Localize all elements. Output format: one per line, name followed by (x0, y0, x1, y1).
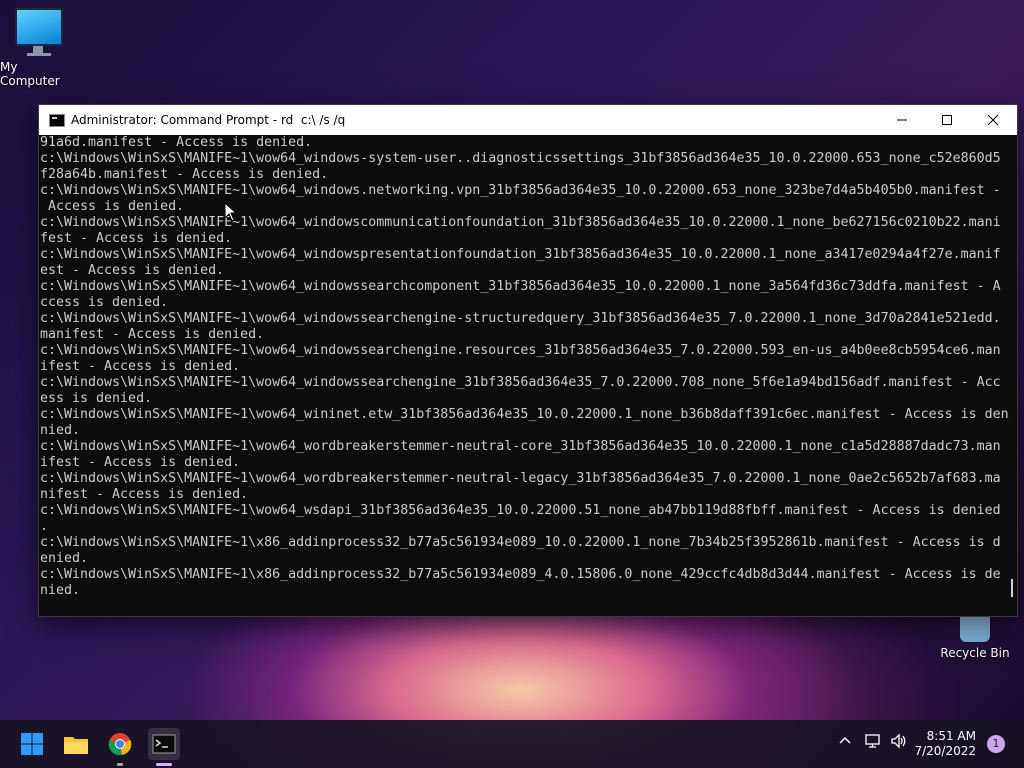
console-line: Access is denied. (40, 199, 185, 214)
desktop-icon-label: My Computer (0, 60, 60, 88)
clock-date: 7/20/2022 (914, 744, 976, 758)
console-line: c:\Windows\WinSxS\MANIFE~1\wow64_wininet… (40, 407, 1010, 422)
taskbar-file-explorer[interactable] (60, 728, 92, 760)
console-line: nied. (40, 423, 81, 438)
show-hidden-icons-button[interactable] (838, 733, 852, 751)
taskbar-chrome[interactable] (104, 728, 136, 766)
file-explorer-icon (64, 737, 88, 754)
console-line: c:\Windows\WinSxS\MANIFE~1\wow64_wordbre… (40, 471, 1001, 486)
console-line: f28a64b.manifest - Access is denied. (40, 167, 329, 182)
maximize-button[interactable] (924, 105, 970, 135)
console-line: c:\Windows\WinSxS\MANIFE~1\wow64_windows… (40, 151, 1001, 166)
notification-badge[interactable]: 1 (987, 735, 1005, 753)
console-line: c:\Windows\WinSxS\MANIFE~1\wow64_wsdapi_… (40, 503, 1001, 518)
console-line: c:\Windows\WinSxS\MANIFE~1\wow64_windows… (40, 311, 1001, 326)
maximize-icon (942, 115, 952, 125)
minimize-button[interactable] (879, 105, 925, 135)
console-line: c:\Windows\WinSxS\MANIFE~1\wow64_windows… (40, 279, 1001, 294)
console-line: nied. (40, 583, 81, 598)
active-indicator (156, 763, 172, 766)
console-line: c:\Windows\WinSxS\MANIFE~1\x86_addinproc… (40, 535, 1001, 550)
console-line: c:\Windows\WinSxS\MANIFE~1\x86_addinproc… (40, 567, 1001, 582)
console-line: fest - Access is denied. (40, 231, 233, 246)
desktop-icon-my-computer[interactable]: My Computer (0, 8, 78, 88)
chevron-up-icon (839, 736, 851, 744)
console-line: ccess is denied. (40, 295, 169, 310)
command-prompt-icon (49, 113, 65, 127)
command-prompt-icon (152, 734, 176, 754)
close-button[interactable] (970, 105, 1016, 135)
network-button[interactable] (864, 733, 882, 753)
minimize-icon (897, 119, 907, 121)
console-line: enied. (40, 551, 89, 566)
taskbar-clock[interactable]: 8:51 AM 7/20/2022 (914, 729, 976, 759)
console-line: . (40, 519, 49, 534)
console-line: c:\Windows\WinSxS\MANIFE~1\wow64_windows… (40, 247, 1001, 262)
volume-icon (891, 733, 906, 749)
network-icon (865, 734, 880, 748)
clock-time: 8:51 AM (926, 729, 976, 743)
console-line: est - Access is denied. (40, 263, 225, 278)
console-line: ess is denied. (40, 391, 153, 406)
console-line: c:\Windows\WinSxS\MANIFE~1\wow64_windows… (40, 343, 1001, 358)
close-icon (987, 114, 999, 126)
start-button[interactable] (16, 728, 48, 760)
console-line: manifest - Access is denied. (40, 327, 265, 342)
console-line: ifest - Access is denied. (40, 455, 241, 470)
taskbar-command-prompt[interactable] (148, 728, 180, 766)
console-output[interactable]: 91a6d.manifest - Access is denied. c:\Win… (40, 135, 1010, 605)
console-line: nifest - Access is denied. (40, 487, 249, 502)
scrollbar-thumb[interactable] (1011, 579, 1013, 597)
volume-button[interactable] (890, 733, 908, 753)
windows-start-icon (21, 733, 43, 755)
console-line: c:\Windows\WinSxS\MANIFE~1\wow64_windows… (40, 375, 1001, 390)
console-line: c:\Windows\WinSxS\MANIFE~1\wow64_windows… (40, 183, 1001, 198)
taskbar (0, 720, 1024, 768)
window-titlebar[interactable]: Administrator: Command Prompt - rd c:\ /… (39, 105, 1017, 135)
running-indicator (117, 763, 123, 766)
monitor-stand (27, 53, 51, 56)
console-line: ifest - Access is denied. (40, 359, 241, 374)
console-line: 91a6d.manifest - Access is denied. (40, 135, 313, 150)
desktop-icon-label: Recycle Bin (940, 646, 1010, 660)
command-prompt-window[interactable]: Administrator: Command Prompt - rd c:\ /… (38, 104, 1018, 617)
console-line: c:\Windows\WinSxS\MANIFE~1\wow64_wordbre… (40, 439, 1001, 454)
window-title: Administrator: Command Prompt - rd c:\ /… (71, 113, 346, 127)
monitor-icon (15, 8, 63, 53)
console-line: c:\Windows\WinSxS\MANIFE~1\wow64_windows… (40, 215, 1001, 230)
chrome-icon (108, 733, 132, 756)
